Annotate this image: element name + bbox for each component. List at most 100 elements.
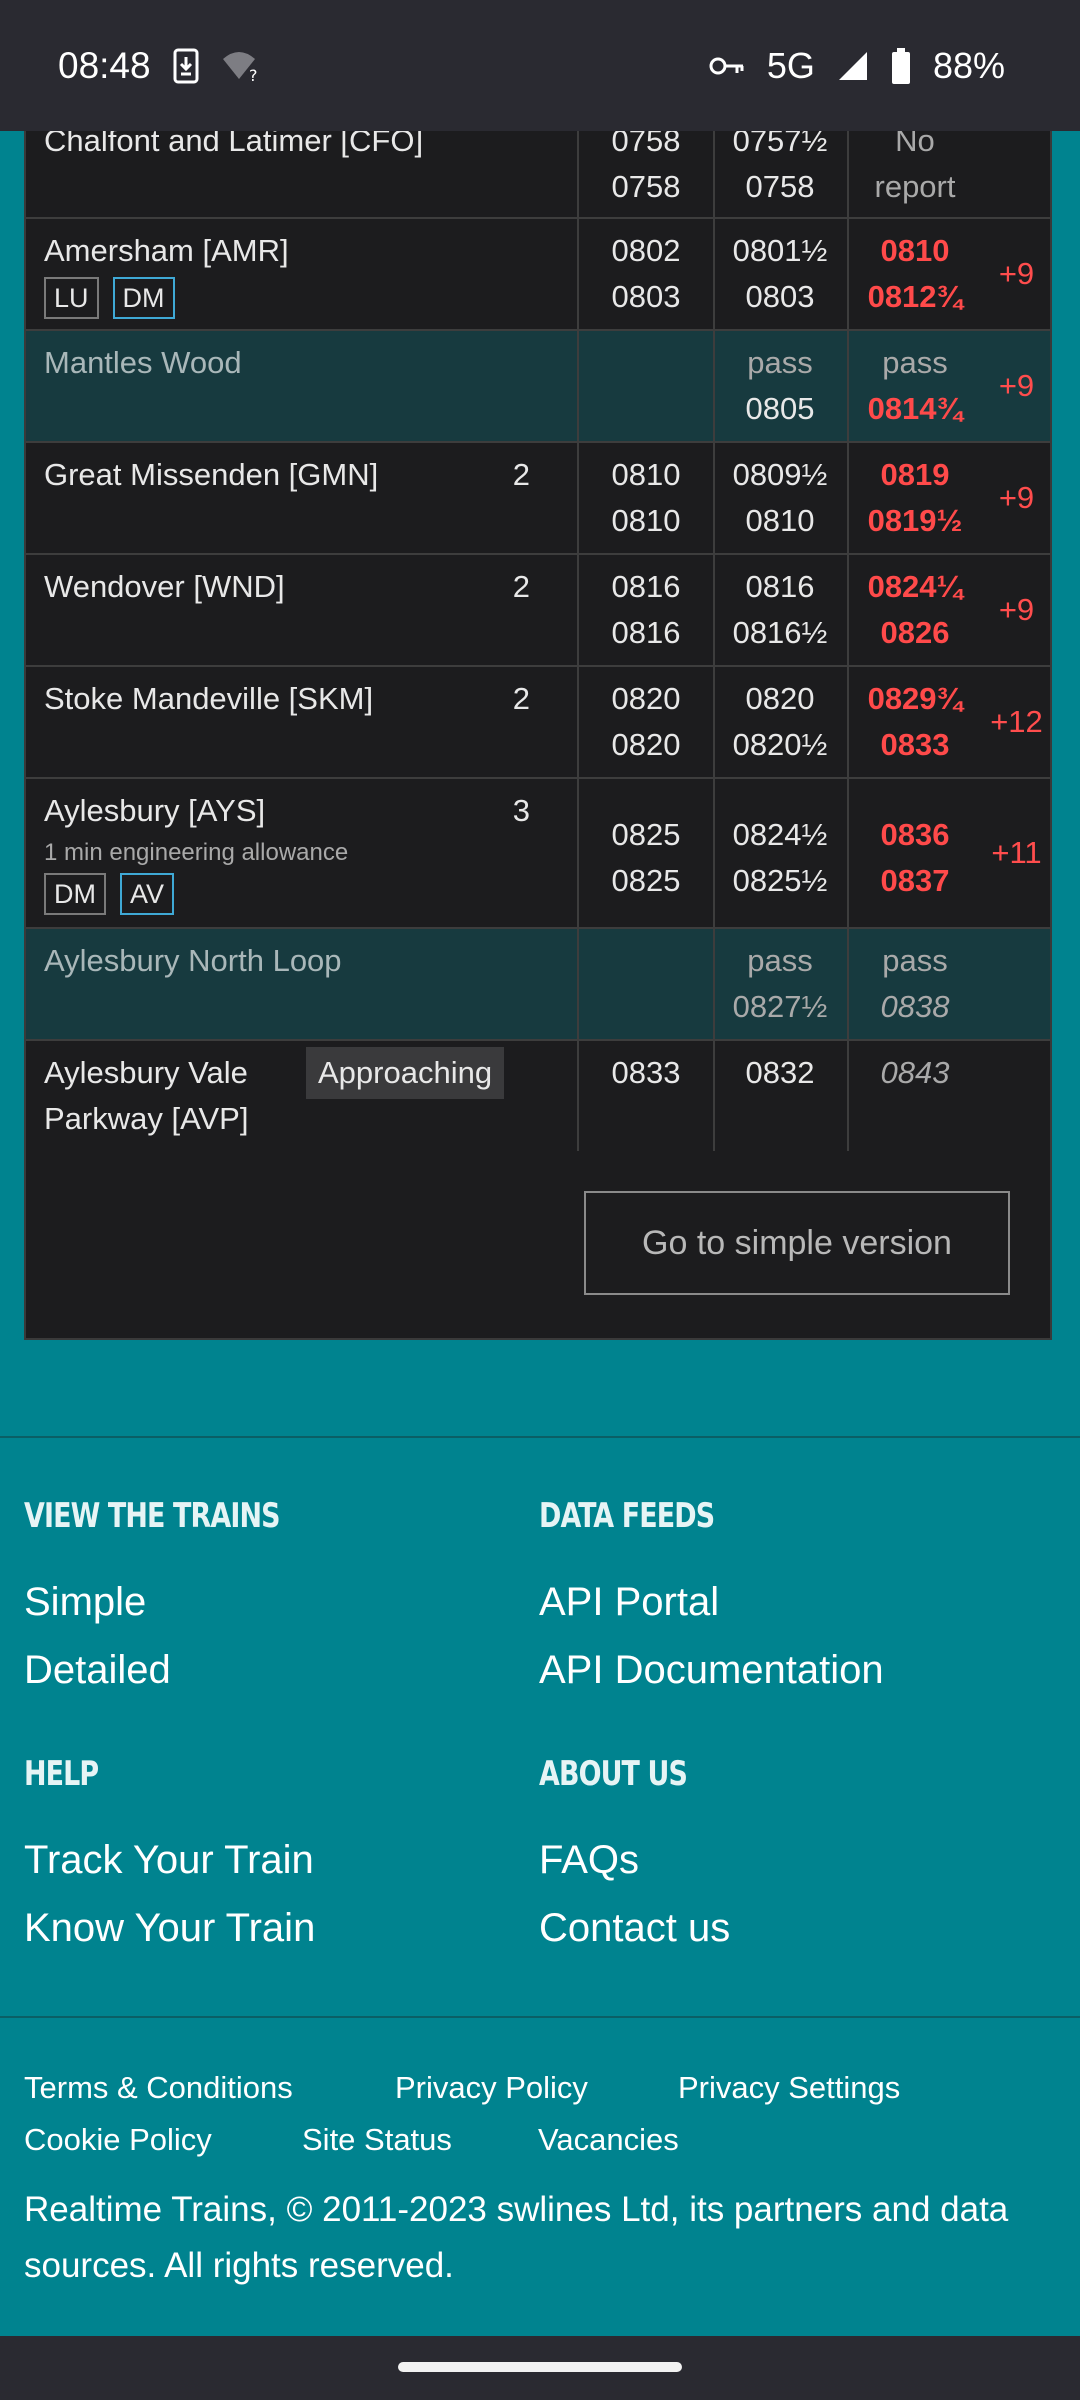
wtt-arrival: pass xyxy=(747,345,813,380)
planned-arrival: 0816 xyxy=(611,569,681,604)
footer-link-api-documentation[interactable]: API Documentation xyxy=(539,1648,884,1693)
expected-departure: 0838 xyxy=(880,989,950,1024)
footer-link-vacancies[interactable]: Vacancies xyxy=(538,2122,679,2158)
actual-arrival: 0824¼ xyxy=(867,569,963,604)
table-row[interactable]: Amersham [AMR] LU DM 0802 0803 0801½ 080… xyxy=(26,219,1050,331)
planned-arrival: 0810 xyxy=(611,457,681,492)
footer-link-api-portal[interactable]: API Portal xyxy=(539,1580,719,1625)
battery-percent: 88% xyxy=(932,44,1005,86)
wtt-arrival: 0832 xyxy=(745,1055,815,1090)
actual-departure: 0819½ xyxy=(867,503,963,538)
planned-departure: 0816 xyxy=(611,615,681,650)
planned-departure: 0803 xyxy=(611,279,681,314)
footer-link-detailed[interactable]: Detailed xyxy=(24,1648,171,1693)
table-row[interactable]: Aylesbury [AYS] 3 1 min engineering allo… xyxy=(26,779,1050,929)
wtt-arrival: 0824½ xyxy=(732,817,828,852)
platform-number: 2 xyxy=(512,569,530,604)
planned-departure: 0758 xyxy=(611,169,681,204)
actual-departure: 0833 xyxy=(880,727,950,762)
actual-departure: report xyxy=(874,169,956,204)
planned-arrival: 0820 xyxy=(611,681,681,716)
delay: +11 xyxy=(991,835,1042,870)
table-row[interactable]: Stoke Mandeville [SKM] 2 0820 0820 0820 … xyxy=(26,667,1050,779)
location-name: Stoke Mandeville [SKM] xyxy=(44,681,374,716)
footer-link-contact-us[interactable]: Contact us xyxy=(539,1906,730,1951)
wtt-arrival: 0820 xyxy=(745,681,815,716)
badge-dm[interactable]: DM xyxy=(112,277,175,319)
footer-link-track-your-train[interactable]: Track Your Train xyxy=(24,1838,314,1883)
wtt-departure: 0827½ xyxy=(732,989,828,1024)
footer-heading-help: HELP xyxy=(24,1754,99,1794)
location-name-line1: Aylesbury Vale xyxy=(44,1055,248,1090)
footer-heading-view-trains: VIEW THE TRAINS xyxy=(24,1496,280,1536)
wtt-departure: 0810 xyxy=(745,503,815,538)
wtt-departure: 0825½ xyxy=(732,863,828,898)
svg-text:?: ? xyxy=(249,66,258,83)
table-row[interactable]: Great Missenden [GMN] 2 0810 0810 0809½ … xyxy=(26,443,1050,555)
footer-divider-bottom xyxy=(0,2016,1080,2018)
planned-departure: 0810 xyxy=(611,503,681,538)
footer-link-privacy-policy[interactable]: Privacy Policy xyxy=(395,2070,588,2106)
expected-arrival: 0843 xyxy=(880,1055,950,1090)
location-name: Aylesbury [AYS] xyxy=(44,793,266,828)
actual-arrival: 0819 xyxy=(880,457,950,492)
platform-number: 2 xyxy=(512,681,530,716)
platform-number: 2 xyxy=(512,457,530,492)
table-row[interactable]: Wendover [WND] 2 0816 0816 0816 0816½ 08… xyxy=(26,555,1050,667)
delay: +9 xyxy=(998,368,1035,403)
location-name: Great Missenden [GMN] xyxy=(44,457,379,492)
footer-link-privacy-settings[interactable]: Privacy Settings xyxy=(678,2070,900,2106)
table-row[interactable]: Aylesbury North Loop pass 0827½ pass 083… xyxy=(26,929,1050,1041)
status-time: 08:48 xyxy=(58,44,151,86)
actual-departure: 0826 xyxy=(880,615,950,650)
planned-arrival: 0833 xyxy=(611,1055,681,1090)
delay: +9 xyxy=(998,480,1035,515)
footer-heading-about-us: ABOUT US xyxy=(539,1754,688,1794)
planned-departure: 0820 xyxy=(611,727,681,762)
location-name-line2: Parkway [AVP] xyxy=(44,1101,249,1136)
location-name: Mantles Wood xyxy=(44,345,242,380)
footer-link-terms[interactable]: Terms & Conditions xyxy=(24,2070,293,2106)
network-type: 5G xyxy=(766,44,815,86)
go-to-simple-version-button[interactable]: Go to simple version xyxy=(584,1191,1010,1295)
delay: +12 xyxy=(990,704,1043,739)
wtt-departure: 0803 xyxy=(745,279,815,314)
approaching-badge: Approaching xyxy=(306,1047,505,1099)
location-name: Aylesbury North Loop xyxy=(44,943,342,978)
wtt-departure: 0805 xyxy=(745,391,815,426)
wtt-arrival: 0801½ xyxy=(732,233,828,268)
footer-divider-top xyxy=(0,1436,1080,1438)
location-name: Amersham [AMR] xyxy=(44,233,289,268)
footer-heading-data-feeds: DATA FEEDS xyxy=(539,1496,715,1536)
home-gesture-handle[interactable] xyxy=(398,2362,682,2372)
wtt-departure: 0758 xyxy=(745,169,815,204)
badge-dm[interactable]: DM xyxy=(44,873,106,915)
actual-arrival: 0829¾ xyxy=(867,681,963,716)
battery-icon xyxy=(891,47,911,84)
badge-lu[interactable]: LU xyxy=(44,277,99,319)
timetable-panel: Chalfont and Latimer [CFO] 0758 0758 075… xyxy=(24,123,1052,1340)
actual-arrival: 0810 xyxy=(880,233,950,268)
table-row[interactable]: Aylesbury Vale Parkway [AVP] Approaching… xyxy=(26,1041,1050,1151)
actual-departure: 0837 xyxy=(880,863,950,898)
footer-link-faqs[interactable]: FAQs xyxy=(539,1838,639,1883)
footer-link-site-status[interactable]: Site Status xyxy=(302,2122,452,2158)
platform-number: 3 xyxy=(512,793,530,828)
actual-arrival: 0836 xyxy=(880,817,950,852)
table-row[interactable]: Mantles Wood pass 0805 pass 0814¾ +9 xyxy=(26,331,1050,443)
planned-departure: 0825 xyxy=(611,863,681,898)
wtt-arrival: 0816 xyxy=(745,569,815,604)
footer-link-cookie-policy[interactable]: Cookie Policy xyxy=(24,2122,212,2158)
footer-link-know-your-train[interactable]: Know Your Train xyxy=(24,1906,315,1951)
vpn-key-icon xyxy=(709,55,745,77)
actual-departure: 0814¾ xyxy=(867,391,963,426)
footer-link-simple[interactable]: Simple xyxy=(24,1580,146,1625)
wtt-departure: 0820½ xyxy=(732,727,828,762)
delay: +9 xyxy=(998,256,1035,291)
table-row[interactable]: Chalfont and Latimer [CFO] 0758 0758 075… xyxy=(26,123,1050,219)
engineering-note: 1 min engineering allowance xyxy=(44,839,349,866)
copyright-text: Realtime Trains, © 2011-2023 swlines Ltd… xyxy=(24,2190,1009,2285)
download-icon xyxy=(173,48,199,84)
badge-av[interactable]: AV xyxy=(120,873,175,915)
status-bar: 08:48 ? 5G 88% xyxy=(0,0,1080,131)
